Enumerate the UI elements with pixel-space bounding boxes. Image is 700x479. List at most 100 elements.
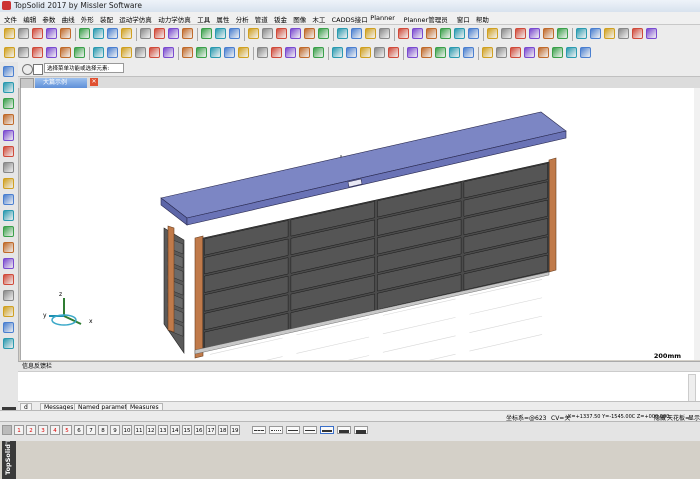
tb1-tool-icon[interactable]: [543, 28, 554, 39]
layer-5[interactable]: 5: [62, 425, 72, 435]
tb1-tool-icon[interactable]: [46, 28, 57, 39]
left-tool-icon[interactable]: [3, 66, 14, 77]
tb2-tool-icon[interactable]: [388, 47, 399, 58]
left-tool-icon[interactable]: [3, 306, 14, 317]
tb1-tool-icon[interactable]: [248, 28, 259, 39]
tb1-tool-icon[interactable]: [590, 28, 601, 39]
tb2-tool-icon[interactable]: [163, 47, 174, 58]
layer-6[interactable]: 6: [74, 425, 84, 435]
tb1-tool-icon[interactable]: [501, 28, 512, 39]
layer-12[interactable]: 12: [146, 425, 156, 435]
menu-item-9[interactable]: 属性: [216, 14, 229, 24]
layer-16[interactable]: 16: [194, 425, 204, 435]
tb2-tool-icon[interactable]: [93, 47, 104, 58]
layer-4[interactable]: 4: [50, 425, 60, 435]
layer-9[interactable]: 9: [110, 425, 120, 435]
tb2-tool-icon[interactable]: [18, 47, 29, 58]
settings-icon[interactable]: [22, 64, 33, 75]
tb1-tool-icon[interactable]: [154, 28, 165, 39]
tb2-tool-icon[interactable]: [238, 47, 249, 58]
tb1-tool-icon[interactable]: [646, 28, 657, 39]
layer-3[interactable]: 3: [38, 425, 48, 435]
menu-item-18[interactable]: 窗口: [457, 14, 470, 24]
tb1-tool-icon[interactable]: [337, 28, 348, 39]
tb2-tool-icon[interactable]: [32, 47, 43, 58]
tb1-tool-icon[interactable]: [412, 28, 423, 39]
tb1-tool-icon[interactable]: [201, 28, 212, 39]
left-tool-icon[interactable]: [3, 274, 14, 285]
layer-7[interactable]: 7: [86, 425, 96, 435]
tb1-tool-icon[interactable]: [107, 28, 118, 39]
menu-item-13[interactable]: 图像: [293, 14, 306, 24]
tb2-tool-icon[interactable]: [285, 47, 296, 58]
selection-prompt-input[interactable]: 选择菜单功能或选择元素:: [44, 63, 124, 73]
tb1-tool-icon[interactable]: [379, 28, 390, 39]
left-tool-icon[interactable]: [3, 130, 14, 141]
left-tool-icon[interactable]: [3, 338, 14, 349]
menu-item-12[interactable]: 钣金: [274, 14, 287, 24]
left-tool-icon[interactable]: [3, 82, 14, 93]
tb1-tool-icon[interactable]: [4, 28, 15, 39]
tb1-tool-icon[interactable]: [215, 28, 226, 39]
tb1-tool-icon[interactable]: [168, 28, 179, 39]
document-icon[interactable]: [33, 64, 43, 75]
tb1-tool-icon[interactable]: [632, 28, 643, 39]
menu-item-6[interactable]: 运动学仿真: [119, 14, 152, 24]
line-style-button[interactable]: [269, 426, 283, 434]
tb2-tool-icon[interactable]: [46, 47, 57, 58]
tb1-tool-icon[interactable]: [182, 28, 193, 39]
tb2-tool-icon[interactable]: [566, 47, 577, 58]
tb1-tool-icon[interactable]: [93, 28, 104, 39]
menu-item-11[interactable]: 管道: [255, 14, 268, 24]
layer-13[interactable]: 13: [158, 425, 168, 435]
line-style-button[interactable]: [252, 426, 266, 434]
tb2-tool-icon[interactable]: [496, 47, 507, 58]
menu-item-1[interactable]: 编辑: [23, 14, 36, 24]
tb1-tool-icon[interactable]: [604, 28, 615, 39]
3d-viewport[interactable]: z y x 200mm: [20, 88, 700, 360]
tb2-tool-icon[interactable]: [4, 47, 15, 58]
layer-17[interactable]: 17: [206, 425, 216, 435]
tb2-tool-icon[interactable]: [510, 47, 521, 58]
tb1-tool-icon[interactable]: [79, 28, 90, 39]
menu-item-8[interactable]: 工具: [197, 14, 210, 24]
tb1-tool-icon[interactable]: [121, 28, 132, 39]
tb2-tool-icon[interactable]: [271, 47, 282, 58]
tb1-tool-icon[interactable]: [276, 28, 287, 39]
line-style-button[interactable]: [303, 426, 317, 434]
layer-19[interactable]: 19: [230, 425, 240, 435]
layer-14[interactable]: 14: [170, 425, 180, 435]
tb1-tool-icon[interactable]: [468, 28, 479, 39]
tb2-tool-icon[interactable]: [74, 47, 85, 58]
close-tab-icon[interactable]: ✕: [90, 78, 98, 86]
left-tool-icon[interactable]: [3, 146, 14, 157]
layer-10[interactable]: 10: [122, 425, 132, 435]
tb2-tool-icon[interactable]: [121, 47, 132, 58]
left-tool-icon[interactable]: [3, 322, 14, 333]
menu-item-14[interactable]: 木工: [312, 14, 325, 24]
tb2-tool-icon[interactable]: [224, 47, 235, 58]
tb2-tool-icon[interactable]: [210, 47, 221, 58]
tb1-tool-icon[interactable]: [618, 28, 629, 39]
tb2-tool-icon[interactable]: [182, 47, 193, 58]
menu-item-2[interactable]: 参数: [42, 14, 55, 24]
menu-item-10[interactable]: 分析: [236, 14, 249, 24]
tb2-tool-icon[interactable]: [360, 47, 371, 58]
menu-item-15[interactable]: CADDS接口: [332, 14, 368, 24]
left-tool-icon[interactable]: [3, 226, 14, 237]
menu-item-17[interactable]: Planner管理员: [404, 14, 448, 24]
tb1-tool-icon[interactable]: [32, 28, 43, 39]
layer-2[interactable]: 2: [26, 425, 36, 435]
line-style-button[interactable]: [337, 426, 351, 434]
left-tool-icon[interactable]: [3, 98, 14, 109]
tb1-tool-icon[interactable]: [398, 28, 409, 39]
tb1-tool-icon[interactable]: [229, 28, 240, 39]
tb2-tool-icon[interactable]: [149, 47, 160, 58]
tb2-tool-icon[interactable]: [299, 47, 310, 58]
left-tool-icon[interactable]: [3, 242, 14, 253]
tb1-tool-icon[interactable]: [440, 28, 451, 39]
menu-item-0[interactable]: 文件: [4, 14, 17, 24]
layer-1[interactable]: 1: [14, 425, 24, 435]
tb1-tool-icon[interactable]: [426, 28, 437, 39]
menu-item-3[interactable]: 曲线: [62, 14, 75, 24]
